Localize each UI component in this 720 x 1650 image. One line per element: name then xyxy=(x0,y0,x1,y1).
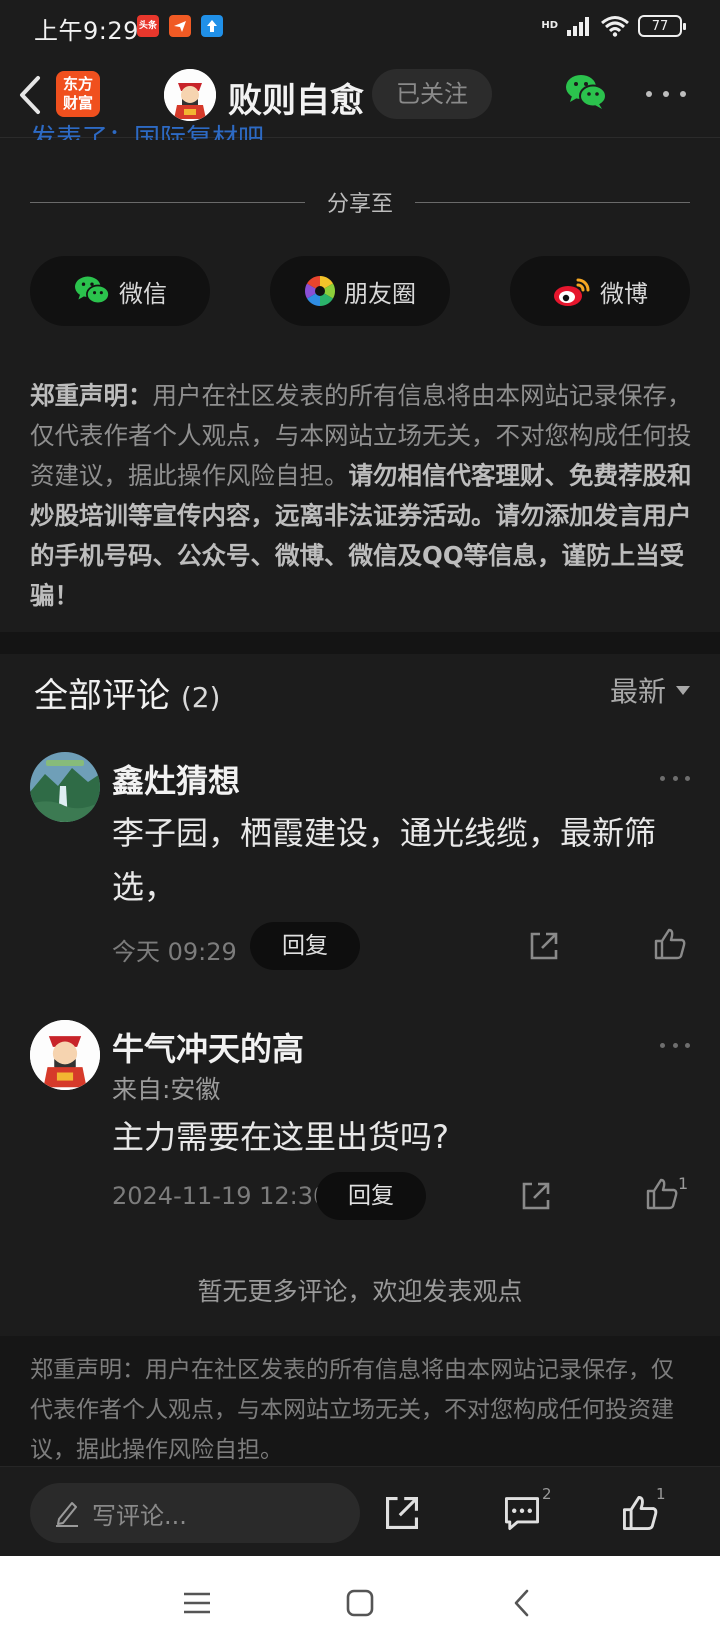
comment-text: 李子园，栖霞建设，通光线缆，最新筛选， xyxy=(112,814,657,906)
status-time: 上午9:29 xyxy=(34,17,139,45)
comment-avatar[interactable] xyxy=(30,1020,100,1090)
author-avatar[interactable] xyxy=(164,69,216,121)
disclaimer: 郑重声明：用户在社区发表的所有信息将由本网站记录保存，仅代表作者个人观点，与本网… xyxy=(30,376,692,616)
back-arrow-icon xyxy=(20,76,40,114)
comment-like-button[interactable] xyxy=(644,1176,680,1212)
home-square-icon xyxy=(346,1589,374,1617)
clipped-post-text: 发表了：国际复材吧 xyxy=(30,124,265,140)
comment-share-button[interactable] xyxy=(518,1178,554,1214)
back-button[interactable] xyxy=(14,72,54,118)
thumbs-up-icon xyxy=(654,928,686,960)
comment-like-button[interactable] xyxy=(652,926,688,962)
brand-logo-line1: 东方 xyxy=(62,75,93,93)
comment-like-count: 1 xyxy=(678,1174,689,1193)
dropdown-triangle-icon xyxy=(676,685,690,695)
share-label: 分享至 xyxy=(327,192,394,217)
no-more-comments: 暂无更多评论，欢迎发表观点 xyxy=(197,1277,523,1306)
reply-button[interactable]: 回复 xyxy=(316,1172,426,1220)
battery-level: 77 xyxy=(651,18,669,34)
battery-icon: 77 xyxy=(638,15,686,37)
moments-icon xyxy=(304,276,336,306)
more-options-button[interactable] xyxy=(646,88,686,100)
comment-share-button[interactable] xyxy=(526,928,562,964)
comment-more-button[interactable] xyxy=(660,774,690,782)
share-weibo-button[interactable]: 微博 xyxy=(510,256,690,326)
page-title: 败则自愈 xyxy=(228,81,364,121)
comment-bubble-icon xyxy=(505,1497,539,1530)
thumbs-up-icon xyxy=(623,1496,658,1530)
status-indicators: HD 77 xyxy=(541,14,686,38)
comment-more-button[interactable] xyxy=(660,1041,690,1049)
wechat-icon xyxy=(75,276,110,305)
toutiao-app-icon: 头条 xyxy=(137,15,159,37)
comments-header: 全部评论 (2) xyxy=(34,668,220,717)
section-separator xyxy=(0,632,720,654)
share-button[interactable] xyxy=(382,1493,422,1533)
share-out-icon xyxy=(386,1497,418,1529)
comment-time: 今天 09:29 xyxy=(112,938,237,966)
back-chevron-icon xyxy=(514,1589,529,1617)
comments-title: 全部评论 xyxy=(34,676,170,716)
comment-input-placeholder: 写评论... xyxy=(92,1501,187,1530)
like-badge: 1 xyxy=(656,1485,666,1503)
upload-app-icon xyxy=(201,15,223,37)
footer-notice: 郑重声明：用户在社区发表的所有信息将由本网站记录保存，仅代表作者个人观点，与本网… xyxy=(0,1336,720,1466)
sort-label: 最新 xyxy=(609,675,666,708)
wechat-icon xyxy=(566,75,607,109)
share-wechat-button[interactable]: 微信 xyxy=(30,256,210,326)
share-moments-button[interactable]: 朋友圈 xyxy=(270,256,450,326)
menu-icon xyxy=(184,1592,210,1614)
comment-location: 来自:安徽 xyxy=(112,1075,221,1104)
fortune-god-avatar-icon xyxy=(30,1020,100,1090)
follow-button[interactable]: 已关注 xyxy=(372,69,492,119)
comment-avatar[interactable] xyxy=(30,752,100,822)
share-out-icon xyxy=(530,932,558,960)
share-wechat-label: 微信 xyxy=(119,279,167,308)
home-key[interactable] xyxy=(343,1586,377,1620)
wechat-share-button[interactable] xyxy=(564,72,608,112)
status-bar: 上午9:29 头条 HD 77 xyxy=(0,0,720,52)
comment-author[interactable]: 牛气冲天的高 xyxy=(112,1024,304,1070)
share-out-icon xyxy=(522,1182,550,1210)
share-divider: 分享至 xyxy=(30,180,691,224)
disclaimer-title: 郑重声明： xyxy=(30,381,153,410)
pencil-icon xyxy=(56,1502,78,1527)
comment-time: 2024-11-19 12:30 xyxy=(112,1182,329,1210)
thumbs-up-icon xyxy=(646,1178,678,1210)
reply-button[interactable]: 回复 xyxy=(250,922,360,970)
hd-indicator: HD xyxy=(541,20,558,31)
like-button[interactable] xyxy=(620,1493,660,1533)
footer-notice-text: 郑重声明：用户在社区发表的所有信息将由本网站记录保存，仅代表作者个人观点，与本网… xyxy=(30,1357,674,1463)
comments-button[interactable] xyxy=(502,1493,542,1533)
brand-logo-line2: 财富 xyxy=(62,94,93,112)
comments-badge: 2 xyxy=(542,1485,552,1503)
sort-dropdown[interactable]: 最新 xyxy=(610,670,690,710)
bottom-action-bar: 写评论... 2 1 xyxy=(0,1466,720,1556)
system-nav-bar xyxy=(0,1556,720,1650)
brand-logo[interactable]: 东方 财富 xyxy=(56,71,100,117)
send-app-icon xyxy=(169,15,191,37)
comment-input[interactable]: 写评论... xyxy=(30,1483,360,1543)
menu-key[interactable] xyxy=(180,1586,214,1620)
back-key[interactable] xyxy=(506,1586,540,1620)
comments-count: (2) xyxy=(180,681,221,714)
landscape-avatar-icon xyxy=(30,752,100,822)
signal-icon xyxy=(567,17,589,36)
wifi-icon xyxy=(601,16,629,37)
share-moments-label: 朋友圈 xyxy=(344,279,416,308)
comment-author[interactable]: 鑫灶猜想 xyxy=(112,756,240,802)
fortune-god-avatar-icon xyxy=(164,69,216,121)
comment-text: 主力需要在这里出货吗? xyxy=(112,1118,449,1156)
share-weibo-label: 微博 xyxy=(600,279,648,308)
weibo-icon xyxy=(554,278,590,306)
